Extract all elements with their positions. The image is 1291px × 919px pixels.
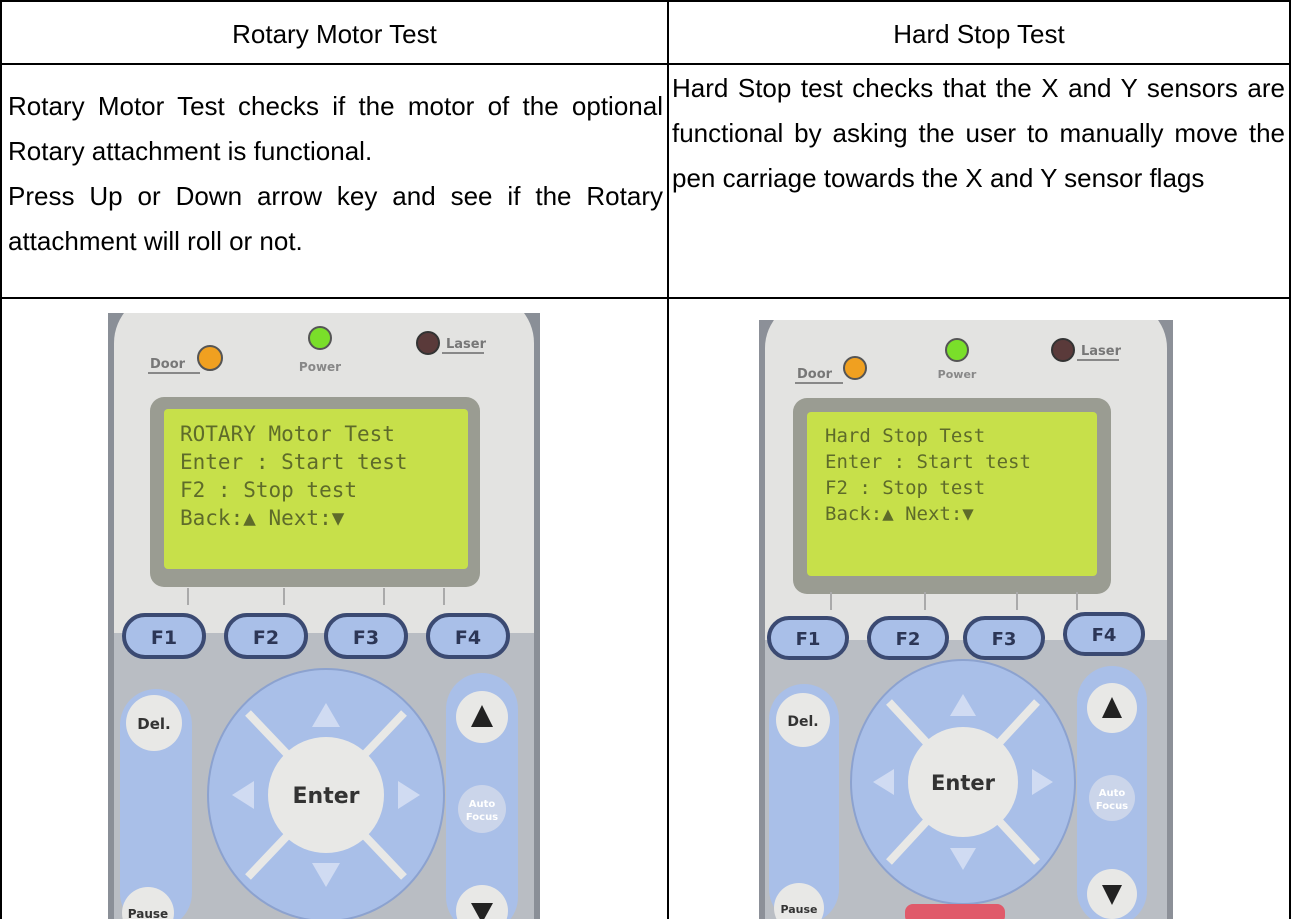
- svg-text:F2: F2: [253, 627, 279, 649]
- hard-stop-paragraph-1: Hard Stop test checks that the X and Y s…: [672, 73, 1285, 193]
- auto-key-label: Auto: [469, 799, 496, 810]
- auto-key-label: Auto: [1099, 788, 1126, 799]
- hard-stop-description: Hard Stop test checks that the X and Y s…: [672, 66, 1285, 201]
- f1-key: F1: [767, 616, 849, 660]
- rotary-paragraph-1: Rotary Motor Test checks if the motor of…: [8, 91, 663, 166]
- table-row-divider: [0, 297, 1291, 299]
- document-table: Rotary Motor Test Hard Stop Test Rotary …: [0, 0, 1291, 919]
- power-led-icon: [308, 326, 332, 350]
- rotary-description: Rotary Motor Test checks if the motor of…: [8, 84, 663, 264]
- door-label: Door: [797, 367, 833, 382]
- svg-text:F1: F1: [151, 627, 177, 649]
- laser-led-icon: [416, 331, 440, 355]
- rotary-paragraph-2: Press Up or Down arrow key and see if th…: [8, 181, 663, 256]
- svg-text:F3: F3: [353, 627, 379, 649]
- table-border-top: [0, 0, 1291, 2]
- lcd-line-3: F2 : Stop test: [180, 478, 357, 502]
- table-header-divider: [0, 63, 1291, 65]
- door-label: Door: [150, 357, 186, 372]
- laser-led-icon: [1051, 338, 1075, 362]
- svg-text:F1: F1: [796, 629, 821, 650]
- del-key-label: Del.: [137, 715, 170, 733]
- lcd-line-1: Hard Stop Test: [825, 425, 985, 447]
- enter-key-label: Enter: [293, 784, 360, 809]
- door-led-icon: [843, 356, 867, 380]
- lcd-line-1: ROTARY Motor Test: [180, 422, 395, 446]
- f4-key: F4: [1063, 612, 1145, 656]
- lcd-line-4: Back:▲ Next:▼: [825, 503, 974, 525]
- power-led-icon: [945, 338, 969, 362]
- focus-key-label: Focus: [1096, 801, 1128, 812]
- f3-key: F3: [324, 613, 408, 659]
- f4-key: F4: [426, 613, 510, 659]
- lcd-line-3: F2 : Stop test: [825, 477, 985, 499]
- hard-stop-control-panel-photo: Door Power Laser Hard Stop Test Enter : …: [759, 320, 1173, 919]
- header-rotary-motor-test: Rotary Motor Test: [232, 18, 437, 49]
- del-key-label: Del.: [787, 714, 818, 730]
- pause-key-label: Pause: [128, 907, 168, 919]
- svg-text:F4: F4: [1092, 625, 1117, 646]
- svg-text:F3: F3: [992, 629, 1017, 650]
- power-label: Power: [299, 360, 341, 374]
- door-led-icon: [197, 345, 223, 371]
- table-border-left: [0, 0, 2, 919]
- f3-key: F3: [963, 616, 1045, 660]
- laser-label: Laser: [1081, 344, 1122, 359]
- lcd-line-4: Back:▲ Next:▼: [180, 506, 345, 530]
- enter-key-label: Enter: [931, 771, 996, 795]
- focus-key-label: Focus: [466, 812, 498, 823]
- table-column-divider: [667, 0, 669, 919]
- laser-label: Laser: [446, 337, 487, 352]
- header-hard-stop-test: Hard Stop Test: [893, 18, 1065, 49]
- rotary-control-panel-photo: Door Power Laser ROTARY Motor Test Enter…: [108, 313, 540, 919]
- f2-key: F2: [867, 616, 949, 660]
- pause-key-label: Pause: [780, 903, 817, 916]
- lcd-line-2: Enter : Start test: [180, 450, 408, 474]
- power-label: Power: [938, 368, 977, 381]
- f1-key: F1: [122, 613, 206, 659]
- f2-key: F2: [224, 613, 308, 659]
- svg-text:F2: F2: [896, 629, 921, 650]
- svg-text:F4: F4: [455, 627, 481, 649]
- lcd-line-2: Enter : Start test: [825, 451, 1031, 473]
